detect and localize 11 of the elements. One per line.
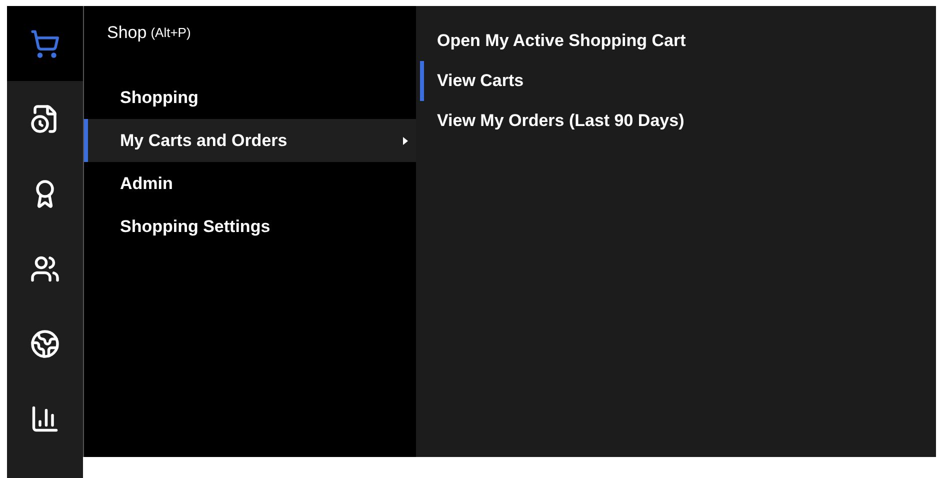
menu-item[interactable]: My Carts and Orders <box>84 119 416 162</box>
people-icon <box>30 254 60 284</box>
submenu-caret-icon <box>403 136 408 144</box>
shortcut-hint: (Alt+P) <box>150 24 191 42</box>
bar-chart-icon <box>30 404 60 434</box>
submenu-item[interactable]: View My Orders (Last 90 Days) <box>420 101 936 141</box>
submenu-item[interactable]: View Carts <box>420 61 936 101</box>
cart-icon <box>30 28 60 58</box>
menu-title: Shop <box>107 22 147 44</box>
globe-icon <box>30 328 60 358</box>
submenu-item[interactable]: Open My Active Shopping Cart <box>420 21 936 61</box>
